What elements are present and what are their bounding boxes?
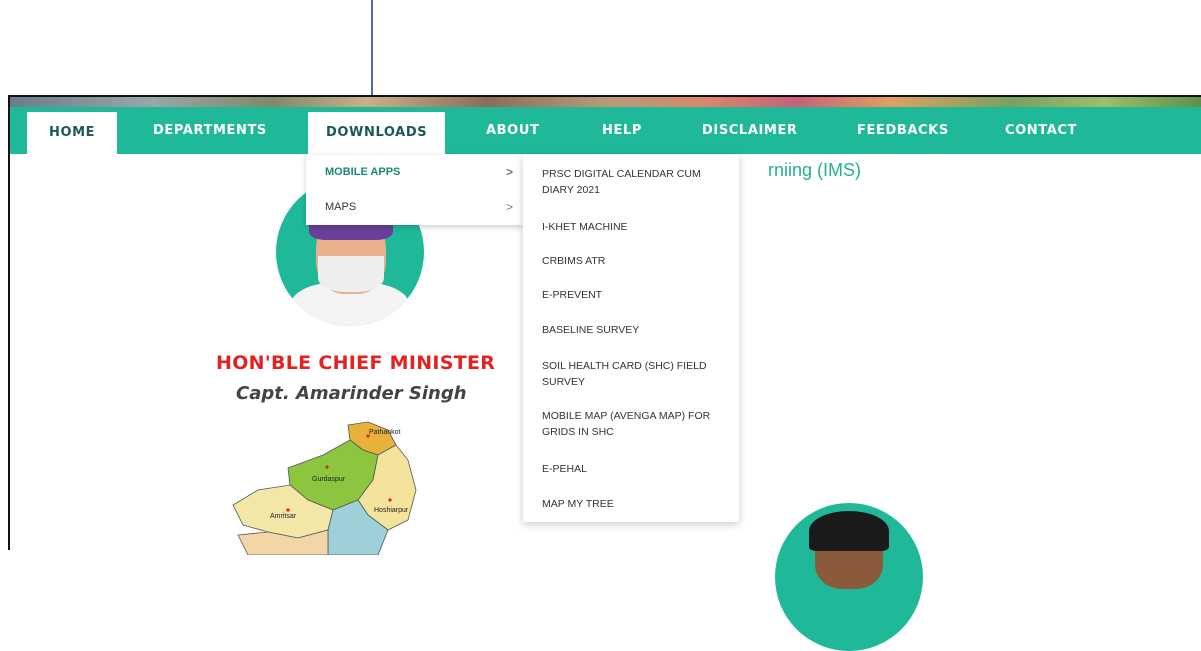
- header-banner-image: [10, 97, 1201, 107]
- submenu-item-baseline-survey[interactable]: BASELINE SURVEY: [542, 322, 727, 338]
- nav-about[interactable]: ABOUT: [486, 107, 539, 154]
- nav-disclaimer[interactable]: DISCLAIMER: [702, 107, 798, 154]
- punjab-district-map: Pathankot Gurdaspur Hoshiarpur Amritsar: [232, 421, 417, 555]
- map-label-hoshiarpur: Hoshiarpur: [374, 507, 409, 514]
- submenu-item-soil-health-card[interactable]: SOIL HEALTH CARD (SHC) FIELD SURVEY: [542, 358, 727, 390]
- menu-item-maps[interactable]: MAPS >: [306, 190, 523, 225]
- submenu-item-map-my-tree[interactable]: MAP MY TREE: [542, 496, 727, 512]
- chevron-right-icon: >: [505, 200, 513, 214]
- map-label-pathankot: Pathankot: [369, 429, 401, 436]
- menu-item-label: MAPS: [325, 201, 357, 213]
- map-city-dot-hoshiarpur: [388, 498, 392, 502]
- map-label-gurdaspur: Gurdaspur: [312, 476, 346, 483]
- nav-feedbacks[interactable]: FEEDBACKS: [857, 107, 949, 154]
- chevron-right-icon: >: [505, 165, 513, 179]
- map-label-amritsar: Amritsar: [270, 513, 297, 520]
- submenu-item-i-khet-machine[interactable]: I-KHET MACHINE: [542, 219, 727, 235]
- submenu-item-e-prevent[interactable]: E-PREVENT: [542, 287, 727, 303]
- chief-minister-name: Capt. Amarinder Singh: [236, 383, 467, 404]
- downloads-dropdown: MOBILE APPS > MAPS >: [306, 155, 523, 225]
- submenu-item-mobile-map[interactable]: MOBILE MAP (AVENGA MAP) FOR GRIDS IN SHC: [542, 408, 727, 440]
- nav-home[interactable]: HOME: [27, 112, 118, 154]
- nav-downloads[interactable]: DOWNLOADS: [308, 112, 446, 154]
- main-nav: HOME DEPARTMENTS DOWNLOADS ABOUT HELP DI…: [10, 107, 1201, 154]
- menu-item-mobile-apps[interactable]: MOBILE APPS >: [306, 155, 523, 190]
- nav-contact[interactable]: CONTACT: [1005, 107, 1077, 154]
- minister-photo: [775, 503, 923, 651]
- mobile-apps-submenu: PRSC DIGITAL CALENDAR CUM DIARY 2021 I-K…: [523, 155, 739, 522]
- page-title: rniing (IMS): [768, 160, 862, 180]
- submenu-item-e-pehal[interactable]: E-PEHAL: [542, 461, 727, 477]
- submenu-item-prsc-calendar[interactable]: PRSC DIGITAL CALENDAR CUM DIARY 2021: [542, 166, 727, 198]
- map-city-dot-gurdaspur: [325, 465, 329, 469]
- nav-departments[interactable]: DEPARTMENTS: [153, 107, 267, 154]
- nav-help[interactable]: HELP: [602, 107, 642, 154]
- submenu-item-crbims-atr[interactable]: CRBIMS ATR: [542, 253, 727, 269]
- menu-item-label: MOBILE APPS: [325, 166, 401, 178]
- chief-minister-title: HON'BLE CHIEF MINISTER: [216, 352, 496, 374]
- map-city-dot-amritsar: [286, 508, 290, 512]
